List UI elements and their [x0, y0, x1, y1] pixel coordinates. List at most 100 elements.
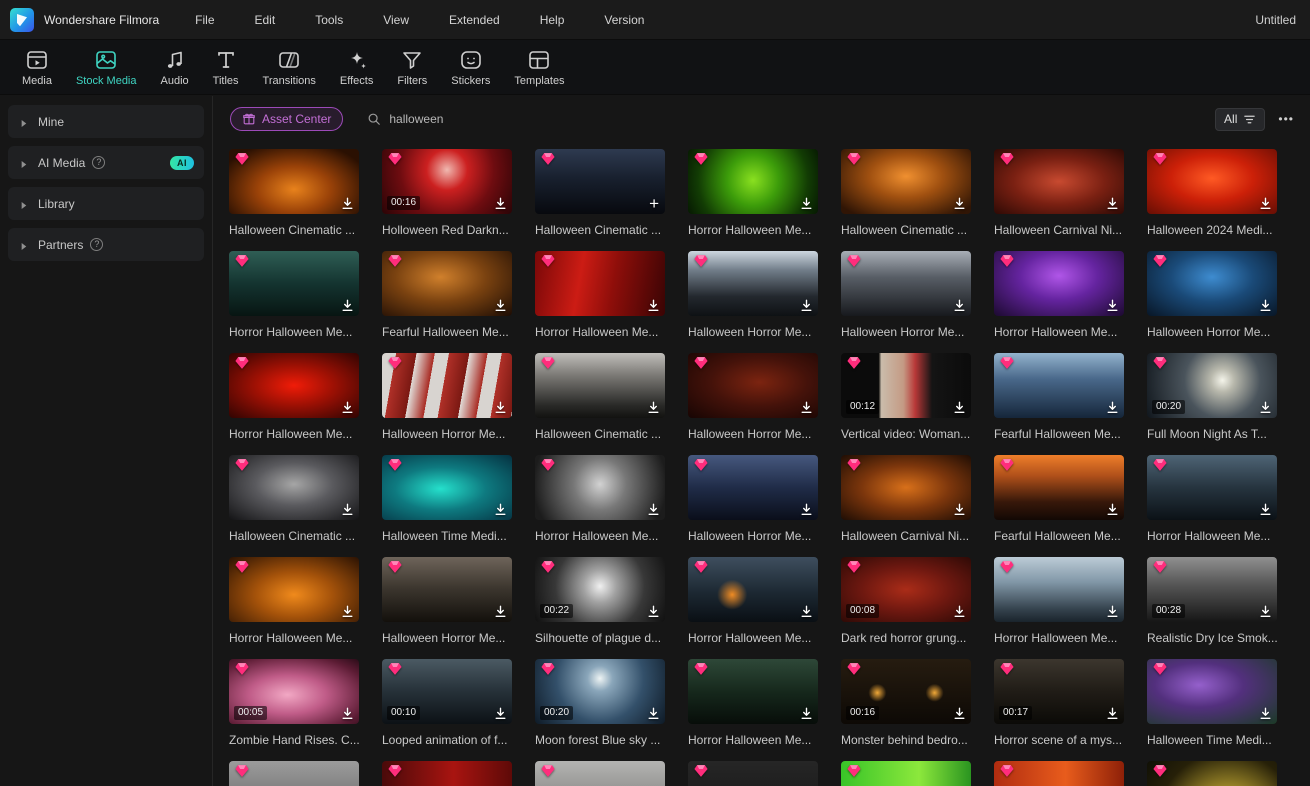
download-icon[interactable]	[799, 604, 814, 619]
download-icon[interactable]	[1258, 196, 1273, 211]
thumbnail[interactable]	[535, 455, 665, 520]
download-icon[interactable]	[340, 400, 355, 415]
thumbnail[interactable]	[994, 149, 1124, 214]
download-icon[interactable]	[646, 604, 661, 619]
download-icon[interactable]	[799, 298, 814, 313]
sidebar-item-partners[interactable]: Partners ?	[8, 228, 204, 261]
download-icon[interactable]	[1105, 196, 1120, 211]
download-icon[interactable]	[799, 400, 814, 415]
thumbnail[interactable]	[688, 557, 818, 622]
download-icon[interactable]	[340, 502, 355, 517]
more-options-button[interactable]: •••	[1278, 112, 1294, 126]
thumbnail[interactable]: 00:28	[1147, 557, 1277, 622]
tab-transitions[interactable]: Transitions	[251, 40, 328, 94]
thumbnail[interactable]	[1147, 455, 1277, 520]
download-icon[interactable]	[493, 706, 508, 721]
download-icon[interactable]	[1258, 604, 1273, 619]
thumbnail[interactable]: 00:20	[535, 659, 665, 724]
thumbnail[interactable]	[382, 251, 512, 316]
tab-filters[interactable]: Filters	[385, 40, 439, 94]
download-icon[interactable]	[1105, 502, 1120, 517]
thumbnail[interactable]	[688, 659, 818, 724]
sidebar-item-mine[interactable]: Mine	[8, 105, 204, 138]
download-icon[interactable]	[493, 502, 508, 517]
thumbnail[interactable]: 00:20	[1147, 353, 1277, 418]
tab-effects[interactable]: Effects	[328, 40, 385, 94]
thumbnail[interactable]	[688, 353, 818, 418]
download-icon[interactable]	[952, 604, 967, 619]
thumbnail[interactable]	[688, 761, 818, 786]
thumbnail[interactable]	[688, 149, 818, 214]
thumbnail[interactable]	[535, 251, 665, 316]
download-icon[interactable]	[799, 706, 814, 721]
thumbnail[interactable]: +	[535, 149, 665, 214]
tab-templates[interactable]: Templates	[502, 40, 576, 94]
add-icon[interactable]: +	[649, 194, 659, 214]
download-icon[interactable]	[1258, 502, 1273, 517]
menu-file[interactable]: File	[195, 13, 214, 27]
menu-edit[interactable]: Edit	[255, 13, 276, 27]
download-icon[interactable]	[952, 196, 967, 211]
tab-audio[interactable]: Audio	[149, 40, 201, 94]
thumbnail[interactable]: 00:16	[382, 149, 512, 214]
menu-view[interactable]: View	[383, 13, 409, 27]
thumbnail[interactable]	[841, 251, 971, 316]
download-icon[interactable]	[493, 400, 508, 415]
filter-all-button[interactable]: All	[1215, 107, 1266, 131]
download-icon[interactable]	[1105, 604, 1120, 619]
download-icon[interactable]	[340, 706, 355, 721]
thumbnail[interactable]	[688, 455, 818, 520]
asset-center-button[interactable]: Asset Center	[230, 107, 344, 131]
thumbnail[interactable]	[382, 557, 512, 622]
download-icon[interactable]	[340, 196, 355, 211]
download-icon[interactable]	[952, 298, 967, 313]
thumbnail[interactable]: 00:22	[535, 557, 665, 622]
thumbnail[interactable]	[688, 251, 818, 316]
thumbnail[interactable]	[994, 455, 1124, 520]
download-icon[interactable]	[646, 400, 661, 415]
download-icon[interactable]	[1105, 298, 1120, 313]
download-icon[interactable]	[646, 298, 661, 313]
search-input[interactable]	[389, 112, 570, 126]
download-icon[interactable]	[340, 604, 355, 619]
thumbnail[interactable]	[382, 353, 512, 418]
download-icon[interactable]	[799, 196, 814, 211]
thumbnail[interactable]	[1147, 761, 1277, 786]
thumbnail[interactable]	[382, 455, 512, 520]
menu-extended[interactable]: Extended	[449, 13, 500, 27]
download-icon[interactable]	[1258, 400, 1273, 415]
thumbnail[interactable]	[841, 149, 971, 214]
thumbnail[interactable]	[841, 455, 971, 520]
thumbnail[interactable]	[1147, 251, 1277, 316]
thumbnail[interactable]: 00:05	[229, 659, 359, 724]
download-icon[interactable]	[493, 298, 508, 313]
thumbnail[interactable]	[1147, 149, 1277, 214]
thumbnail[interactable]	[535, 761, 665, 786]
thumbnail[interactable]	[535, 353, 665, 418]
thumbnail[interactable]	[229, 353, 359, 418]
menu-help[interactable]: Help	[540, 13, 565, 27]
tab-titles[interactable]: Titles	[201, 40, 251, 94]
sidebar-item-ai-media[interactable]: AI Media ? AI	[8, 146, 204, 179]
sidebar-item-library[interactable]: Library	[8, 187, 204, 220]
tab-stock-media[interactable]: Stock Media	[64, 40, 149, 94]
download-icon[interactable]	[646, 502, 661, 517]
download-icon[interactable]	[799, 502, 814, 517]
thumbnail[interactable]: 00:17	[994, 659, 1124, 724]
download-icon[interactable]	[493, 196, 508, 211]
thumbnail[interactable]	[994, 761, 1124, 786]
download-icon[interactable]	[646, 706, 661, 721]
thumbnail[interactable]	[1147, 659, 1277, 724]
thumbnail[interactable]	[229, 557, 359, 622]
thumbnail[interactable]: 00:08	[841, 557, 971, 622]
thumbnail[interactable]	[229, 149, 359, 214]
thumbnail[interactable]	[382, 761, 512, 786]
download-icon[interactable]	[340, 298, 355, 313]
thumbnail[interactable]: 00:10	[382, 659, 512, 724]
download-icon[interactable]	[952, 706, 967, 721]
thumbnail[interactable]	[841, 761, 971, 786]
thumbnail[interactable]	[229, 761, 359, 786]
thumbnail[interactable]	[994, 557, 1124, 622]
download-icon[interactable]	[493, 604, 508, 619]
thumbnail[interactable]: 00:12	[841, 353, 971, 418]
